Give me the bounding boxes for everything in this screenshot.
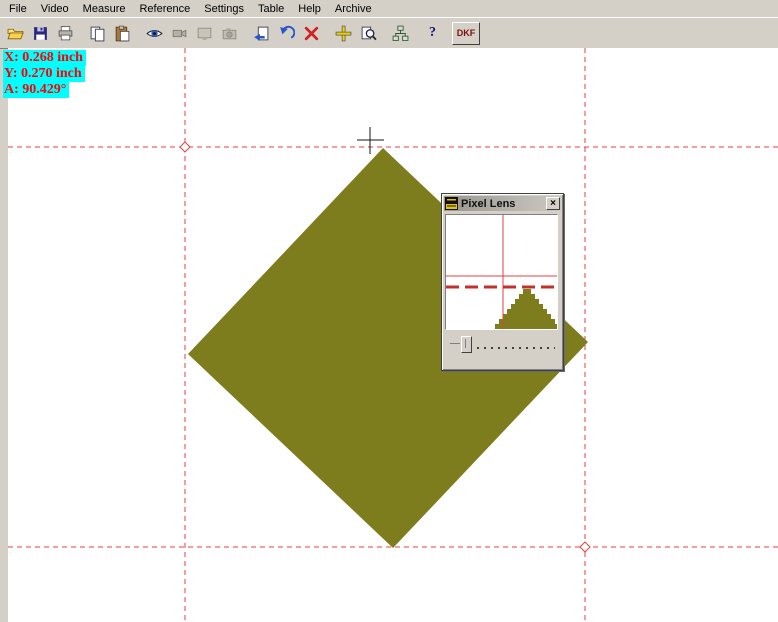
pixel-lens-window: Pixel Lens × (441, 193, 564, 371)
structure-button[interactable] (388, 20, 413, 46)
frame-grab-button[interactable] (192, 20, 217, 46)
zoom-slider-track (450, 343, 460, 344)
open-button[interactable] (3, 20, 28, 46)
zoom-slider (444, 336, 561, 356)
menu-reference[interactable]: Reference (132, 1, 197, 17)
toolbar-gap (135, 21, 142, 45)
snapshot-button[interactable] (217, 20, 242, 46)
paste-button[interactable] (110, 20, 135, 46)
measurement-canvas[interactable]: Pixel Lens × (8, 48, 778, 622)
toolbar-gap (445, 21, 452, 45)
close-icon: × (550, 199, 556, 209)
paste-icon (114, 25, 131, 42)
toolbar-gap (78, 21, 85, 45)
zoom-slider-thumb[interactable] (461, 336, 472, 353)
open-folder-icon (7, 25, 24, 42)
dkf-button[interactable]: DKF (452, 22, 480, 45)
delete-x-icon (303, 25, 320, 42)
toolbar: ? DKF (0, 17, 778, 49)
menu-bar: File Video Measure Reference Settings Ta… (0, 0, 778, 17)
undo-button[interactable] (274, 20, 299, 46)
export-button[interactable] (249, 20, 274, 46)
menu-table[interactable]: Table (251, 1, 291, 17)
pixel-lens-app-icon (445, 197, 458, 210)
video-camera-icon (171, 25, 188, 42)
structure-tree-icon (392, 25, 409, 42)
menu-video[interactable]: Video (34, 1, 76, 17)
close-button[interactable]: × (546, 197, 560, 210)
pixel-lens-magnified-image (446, 215, 557, 329)
pixel-lens-view (445, 214, 558, 330)
crosshair-button[interactable] (331, 20, 356, 46)
zoom-slider-ticks (477, 347, 555, 349)
menu-settings[interactable]: Settings (197, 1, 251, 17)
snapshot-camera-icon (221, 25, 238, 42)
toolbar-gap (324, 21, 331, 45)
pixel-lens-titlebar[interactable]: Pixel Lens × (444, 196, 561, 211)
eye-icon (146, 25, 163, 42)
help-question-icon: ? (429, 25, 436, 41)
save-floppy-icon (32, 25, 49, 42)
reference-marker (180, 142, 190, 152)
print-button[interactable] (53, 20, 78, 46)
readout-x: X: 0.268 inch (3, 50, 86, 66)
save-button[interactable] (28, 20, 53, 46)
menu-archive[interactable]: Archive (328, 1, 379, 17)
undo-arrow-icon (278, 25, 295, 42)
coordinate-readout: X: 0.268 inch Y: 0.270 inch A: 90.429° (3, 50, 86, 98)
delete-button[interactable] (299, 20, 324, 46)
crosshair-icon (335, 25, 352, 42)
readout-y: Y: 0.270 inch (3, 66, 85, 82)
toolbar-gap (413, 21, 420, 45)
reference-marker (580, 542, 590, 552)
menu-file[interactable]: File (2, 1, 34, 17)
frame-grab-icon (196, 25, 213, 42)
copy-button[interactable] (85, 20, 110, 46)
menu-help[interactable]: Help (291, 1, 328, 17)
zoom-lens-button[interactable] (356, 20, 381, 46)
copy-icon (89, 25, 106, 42)
live-video-button[interactable] (142, 20, 167, 46)
printer-icon (57, 25, 74, 42)
toolbar-gap (381, 21, 388, 45)
pixel-lens-title: Pixel Lens (461, 198, 543, 210)
video-camera-button[interactable] (167, 20, 192, 46)
menu-measure[interactable]: Measure (76, 1, 133, 17)
magnifier-page-icon (360, 25, 377, 42)
magnified-shape-corner (495, 289, 557, 329)
export-page-icon (253, 25, 270, 42)
help-button[interactable]: ? (420, 20, 445, 46)
scene-graphics (8, 48, 778, 622)
readout-angle: A: 90.429° (3, 82, 69, 98)
toolbar-gap (242, 21, 249, 45)
cursor-crosshair-icon (357, 127, 384, 154)
